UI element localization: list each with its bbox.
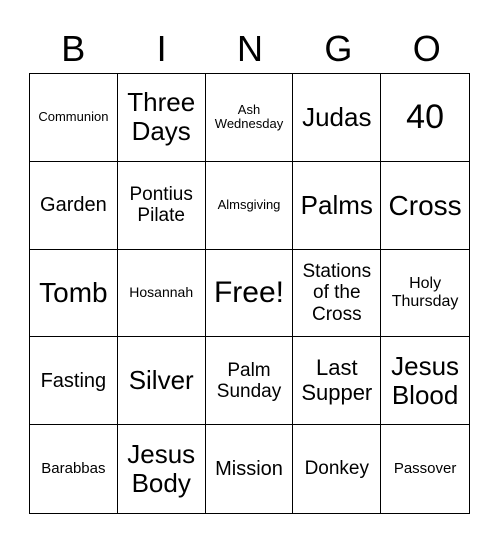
bingo-cell-text: Judas (302, 101, 372, 132)
bingo-cell[interactable]: Hosannah (117, 249, 206, 338)
bingo-cell-text: Palm Sunday (216, 359, 282, 402)
bingo-cell-text: Garden (40, 194, 107, 216)
bingo-cell-text: 40 (406, 98, 444, 137)
bingo-cell-text: Barabbas (41, 459, 106, 477)
bingo-cell-text: Three Days (127, 87, 196, 147)
bingo-cell[interactable]: Palms (293, 161, 382, 250)
bingo-cell[interactable]: 40 (381, 74, 469, 162)
bingo-cell[interactable]: Passover (381, 425, 469, 513)
bingo-cell-text: Holy Thursday (391, 275, 459, 310)
bingo-cell[interactable]: Communion (30, 74, 118, 162)
bingo-cell[interactable]: Fasting (30, 337, 118, 426)
header-letter-n: N (236, 28, 263, 69)
bingo-cell-text: Mission (215, 457, 283, 480)
bingo-cell-text: Ash Wednesday (214, 101, 284, 132)
bingo-cell[interactable]: Pontius Pilate (117, 161, 206, 250)
bingo-cell[interactable]: Silver (117, 337, 206, 426)
bingo-cell-text: Jesus Blood (391, 350, 460, 410)
bingo-cell[interactable]: Barabbas (30, 425, 118, 513)
bingo-cell[interactable]: Holy Thursday (381, 250, 469, 338)
bingo-cell-text: Free! (213, 276, 284, 310)
header-letter-g: G (324, 28, 353, 69)
header-letter-b: B (61, 28, 86, 69)
bingo-cell[interactable]: Judas (293, 74, 382, 162)
bingo-cell-text: Cross (388, 189, 462, 221)
bingo-cell-text: Silver (128, 365, 194, 396)
bingo-cell[interactable]: Stations of the Cross (293, 249, 382, 338)
bingo-cell-text: Passover (393, 459, 457, 477)
bingo-cell[interactable]: Palm Sunday (205, 337, 294, 426)
bingo-cell[interactable]: Almsgiving (205, 161, 294, 250)
bingo-cell-text: Hosannah (129, 284, 194, 301)
bingo-cell-text: Pontius Pilate (129, 183, 193, 227)
bingo-cell-text: Stations of the Cross (302, 261, 372, 325)
bingo-cell-text: Jesus Body (127, 438, 196, 499)
bingo-cell[interactable]: Free! (205, 249, 294, 338)
bingo-cell-text: Donkey (304, 458, 369, 480)
bingo-cell-text: Almsgiving (217, 196, 281, 212)
bingo-cell-text: Communion (38, 109, 109, 125)
bingo-cell[interactable]: Donkey (293, 425, 382, 513)
bingo-cell-text: Tomb (39, 277, 108, 309)
bingo-cell[interactable]: Three Days (117, 74, 206, 162)
bingo-header: B I N G O (29, 26, 471, 72)
bingo-cell[interactable]: Jesus Body (118, 425, 206, 513)
bingo-cell[interactable]: Ash Wednesday (205, 74, 294, 162)
bingo-cell[interactable]: Last Supper (293, 337, 382, 426)
bingo-cell[interactable]: Tomb (30, 249, 118, 338)
bingo-cell-text: Last Supper (301, 355, 373, 405)
header-letter-i: I (156, 28, 167, 69)
bingo-cell[interactable]: Garden (30, 161, 118, 250)
bingo-cell-text: Fasting (40, 369, 107, 392)
bingo-grid: Communion Three Days Ash Wednesday Judas 40 G… (29, 73, 470, 514)
header-letter-o: O (412, 28, 441, 69)
bingo-cell-text: Palms (300, 189, 373, 220)
bingo-cell[interactable]: Mission (206, 425, 294, 513)
bingo-cell[interactable]: Cross (381, 162, 469, 250)
bingo-cell[interactable]: Jesus Blood (381, 337, 469, 426)
